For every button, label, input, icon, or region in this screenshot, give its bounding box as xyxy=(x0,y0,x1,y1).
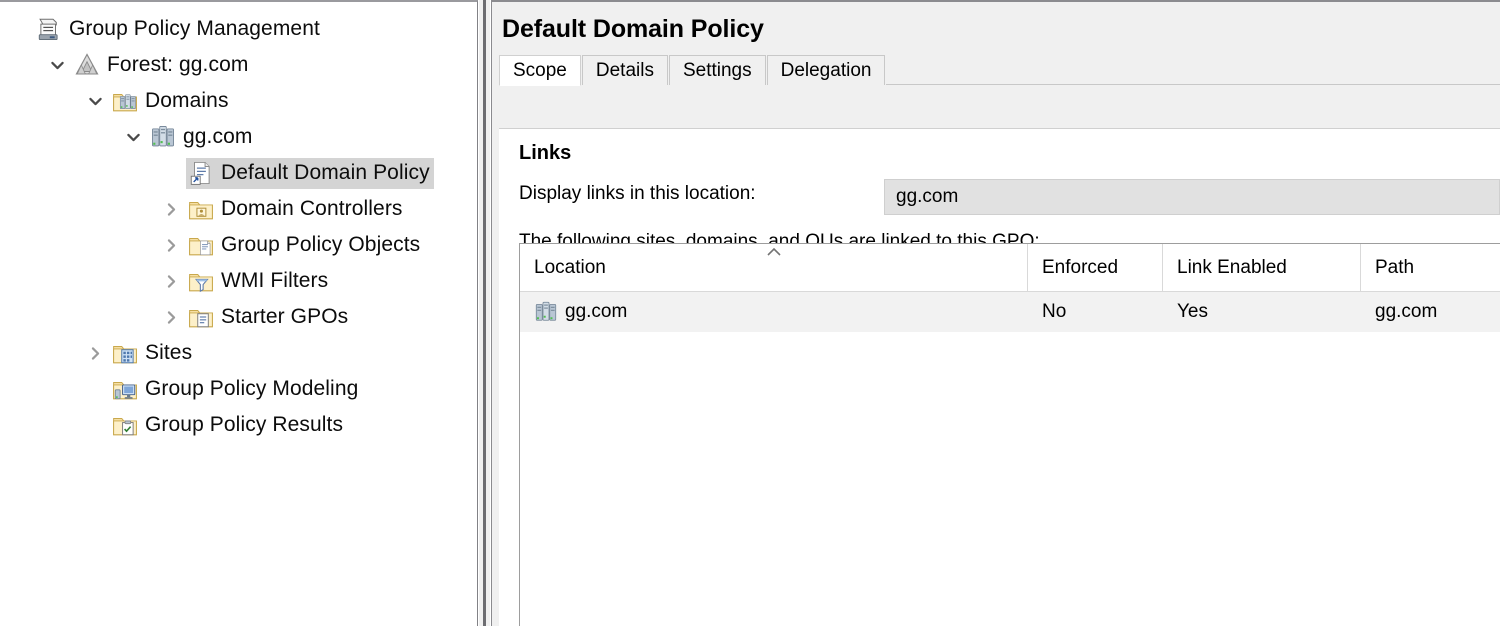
display-links-label: Display links in this location: xyxy=(519,183,756,204)
tree-item-content[interactable]: Forest: gg.com xyxy=(72,50,252,81)
tree-item-content[interactable]: Domains xyxy=(110,86,233,117)
chevron-right-icon[interactable] xyxy=(156,237,186,254)
column-header-link-enabled[interactable]: Link Enabled xyxy=(1163,244,1361,291)
cell-link-enabled: Yes xyxy=(1177,301,1208,322)
cell-path: gg.com xyxy=(1375,301,1438,322)
cell-location-label: gg.com xyxy=(565,301,628,322)
chevron-right-icon[interactable] xyxy=(156,201,186,218)
tree-item-label: Default Domain Policy xyxy=(221,161,430,184)
links-section-heading: Links xyxy=(519,142,572,164)
tree-item-label: Group Policy Results xyxy=(145,413,344,436)
chevron-down-icon[interactable] xyxy=(80,93,110,110)
linked-locations-table[interactable]: Location Enforced Link Enabled Path gg.c… xyxy=(519,243,1500,626)
tab-settings[interactable]: Settings xyxy=(668,55,766,85)
column-header-enforced-label: Enforced xyxy=(1042,256,1119,278)
tree-item-content[interactable]: gg.com xyxy=(148,122,256,153)
tree-item-sites[interactable]: Sites xyxy=(0,335,477,371)
column-header-enforced[interactable]: Enforced xyxy=(1028,244,1163,291)
gp-results-icon xyxy=(112,412,138,438)
tree-item-content[interactable]: Group Policy Management xyxy=(34,14,324,45)
tree-item-wmi-filters[interactable]: WMI Filters xyxy=(0,263,477,299)
scope-tab-panel: Links Display links in this location: gg… xyxy=(499,128,1500,626)
column-header-location[interactable]: Location xyxy=(520,244,1028,291)
tree-item-group-policy-modeling[interactable]: Group Policy Modeling xyxy=(0,371,477,407)
cell-enforced: No xyxy=(1042,301,1067,322)
tree-item-domains[interactable]: Domains xyxy=(0,83,477,119)
forest-icon xyxy=(74,52,100,78)
tree-item-content[interactable]: Starter GPOs xyxy=(186,302,352,333)
tree-item-label: Sites xyxy=(145,341,193,364)
tree-item-label: Group Policy Management xyxy=(69,17,320,40)
table-header-row: Location Enforced Link Enabled Path xyxy=(520,244,1500,292)
page-title: Default Domain Policy xyxy=(502,15,764,43)
policy-tree[interactable]: Group Policy Management Forest: gg.com Dom… xyxy=(0,2,477,443)
tab-label: Delegation xyxy=(780,59,872,81)
domains-folder-icon xyxy=(112,88,138,114)
tree-item-label: Group Policy Objects xyxy=(221,233,421,256)
chevron-right-icon[interactable] xyxy=(80,345,110,362)
domain-icon xyxy=(534,300,558,324)
chevron-right-icon[interactable] xyxy=(156,309,186,326)
tree-item-label: Starter GPOs xyxy=(221,305,349,328)
column-header-path[interactable]: Path xyxy=(1361,244,1500,291)
tree-item-content[interactable]: Group Policy Results xyxy=(110,410,347,441)
tree-item-content[interactable]: Sites xyxy=(110,338,196,369)
tree-item-label: Group Policy Modeling xyxy=(145,377,359,400)
tree-item-label: Forest: gg.com xyxy=(107,53,249,76)
gpmc-console-icon xyxy=(36,16,62,42)
table-row[interactable]: gg.com No Yes gg.com xyxy=(520,292,1500,332)
tree-item-label: WMI Filters xyxy=(221,269,329,292)
tab-label: Settings xyxy=(682,59,752,81)
chevron-right-icon[interactable] xyxy=(156,273,186,290)
tree-item-group-policy-management[interactable]: Group Policy Management xyxy=(0,11,477,47)
tree-item-group-policy-results[interactable]: Group Policy Results xyxy=(0,407,477,443)
tree-item-default-domain-policy[interactable]: Default Domain Policy xyxy=(0,155,477,191)
pane-splitter[interactable] xyxy=(479,0,490,626)
column-header-link-enabled-label: Link Enabled xyxy=(1177,256,1287,278)
location-dropdown[interactable]: gg.com xyxy=(884,179,1500,215)
cell-location: gg.com xyxy=(520,292,1028,332)
tree-item-content[interactable]: WMI Filters xyxy=(186,266,332,297)
tabstrip[interactable]: Scope Details Settings Delegation xyxy=(492,55,1500,86)
gpo-link-icon xyxy=(188,160,214,186)
tree-item-forest-gg-com[interactable]: Forest: gg.com xyxy=(0,47,477,83)
gpo-detail-pane: Default Domain Policy Scope Details Settin… xyxy=(491,0,1500,626)
tabstrip-filler xyxy=(886,56,1500,85)
navigation-tree-pane[interactable]: Group Policy Management Forest: gg.com Dom… xyxy=(0,0,478,626)
sites-folder-icon xyxy=(112,340,138,366)
tree-item-content[interactable]: Domain Controllers xyxy=(186,194,407,225)
starter-gpo-folder-icon xyxy=(188,304,214,330)
tree-item-gg-com[interactable]: gg.com xyxy=(0,119,477,155)
tab-label: Scope xyxy=(513,59,567,81)
column-header-location-label: Location xyxy=(534,256,606,278)
display-links-row: Display links in this location: gg.com xyxy=(499,179,1500,215)
tree-item-starter-gpos[interactable]: Starter GPOs xyxy=(0,299,477,335)
sort-ascending-icon xyxy=(765,246,783,258)
chevron-down-icon[interactable] xyxy=(118,129,148,146)
tree-item-domain-controllers[interactable]: Domain Controllers xyxy=(0,191,477,227)
splitter-bar[interactable] xyxy=(483,0,486,626)
ou-folder-icon xyxy=(188,196,214,222)
chevron-down-icon[interactable] xyxy=(42,57,72,74)
tree-item-content[interactable]: Group Policy Modeling xyxy=(110,374,362,405)
tree-item-label: Domain Controllers xyxy=(221,197,403,220)
wmi-filter-folder-icon xyxy=(188,268,214,294)
tree-item-label: gg.com xyxy=(183,125,253,148)
tab-label: Details xyxy=(595,59,654,81)
group-policy-management-window: Group Policy Management Forest: gg.com Dom… xyxy=(0,0,1500,626)
table-body: gg.com No Yes gg.com xyxy=(520,292,1500,332)
tab-delegation[interactable]: Delegation xyxy=(766,55,886,85)
tree-item-content[interactable]: Group Policy Objects xyxy=(186,230,424,261)
tree-item-label: Domains xyxy=(145,89,229,112)
domain-icon xyxy=(150,124,176,150)
tab-details[interactable]: Details xyxy=(581,55,668,85)
tab-scope[interactable]: Scope xyxy=(499,55,581,86)
gp-modeling-icon xyxy=(112,376,138,402)
column-header-path-label: Path xyxy=(1375,256,1415,278)
location-dropdown-value: gg.com xyxy=(896,186,959,207)
gpo-folder-icon xyxy=(188,232,214,258)
tree-item-content[interactable]: Default Domain Policy xyxy=(186,157,434,189)
tree-item-group-policy-objects[interactable]: Group Policy Objects xyxy=(0,227,477,263)
